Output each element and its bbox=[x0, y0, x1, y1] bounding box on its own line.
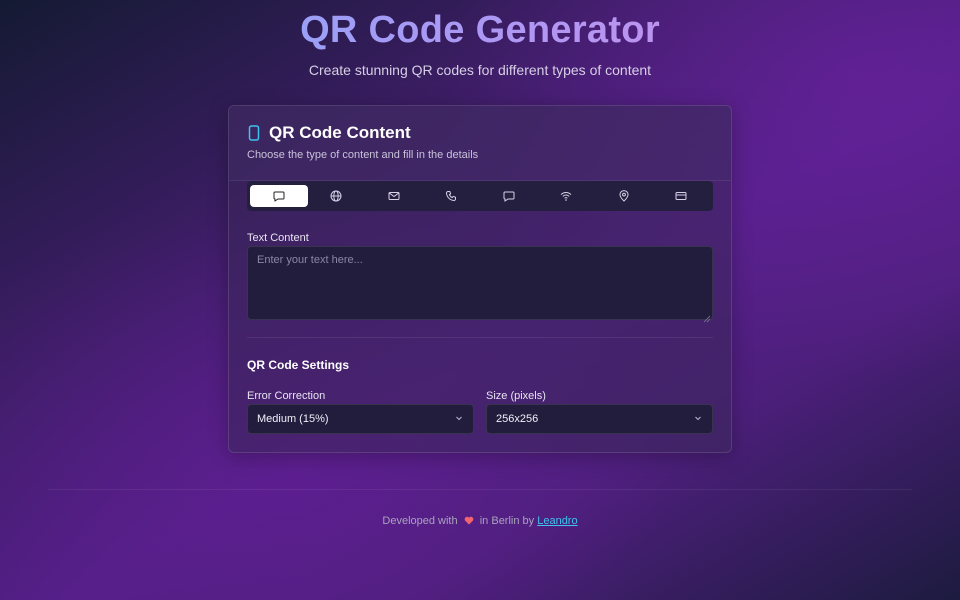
size-value: 256x256 bbox=[496, 413, 539, 425]
chevron-down-icon bbox=[693, 410, 703, 428]
map-pin-icon bbox=[618, 190, 630, 202]
error-correction-select[interactable]: Medium (15%) bbox=[247, 404, 474, 434]
tab-location[interactable] bbox=[595, 185, 653, 207]
tab-email[interactable] bbox=[365, 185, 423, 207]
settings-title: QR Code Settings bbox=[247, 358, 350, 372]
heart-icon bbox=[464, 515, 474, 529]
footer-prefix: Developed with bbox=[382, 515, 458, 527]
card-title: QR Code Content bbox=[269, 123, 411, 142]
section-divider bbox=[247, 337, 713, 338]
mail-icon bbox=[388, 190, 400, 202]
author-link[interactable]: Leandro bbox=[537, 515, 577, 527]
card-header: QR Code Content Choose the type of conte… bbox=[229, 106, 731, 181]
tab-sms[interactable] bbox=[480, 185, 538, 207]
tab-payment[interactable] bbox=[653, 185, 711, 207]
footer-divider bbox=[48, 489, 912, 490]
error-correction-value: Medium (15%) bbox=[257, 413, 329, 425]
qr-content-card: QR Code Content Choose the type of conte… bbox=[228, 105, 732, 453]
footer: Developed with in Berlin by Leandro bbox=[0, 514, 960, 529]
card-title-row: QR Code Content bbox=[247, 123, 411, 143]
credit-card-icon bbox=[675, 190, 687, 202]
tab-phone[interactable] bbox=[423, 185, 481, 207]
globe-icon bbox=[330, 190, 342, 202]
page-subtitle: Create stunning QR codes for different t… bbox=[308, 62, 652, 78]
footer-middle: in Berlin by bbox=[479, 515, 535, 527]
tab-url[interactable] bbox=[308, 185, 366, 207]
resize-handle-icon[interactable] bbox=[703, 310, 711, 328]
phone-icon bbox=[445, 190, 457, 202]
message-square-icon bbox=[273, 190, 285, 202]
size-label: Size (pixels) bbox=[486, 390, 546, 402]
smartphone-icon bbox=[247, 125, 269, 141]
message-icon bbox=[503, 190, 515, 202]
page-title: QR Code Generator bbox=[0, 7, 960, 53]
wifi-icon bbox=[560, 190, 572, 202]
card-description: Choose the type of content and fill in t… bbox=[247, 149, 479, 161]
chevron-down-icon bbox=[454, 410, 464, 428]
text-content-input[interactable] bbox=[247, 246, 713, 320]
tab-wifi[interactable] bbox=[538, 185, 596, 207]
size-select[interactable]: 256x256 bbox=[486, 404, 713, 434]
content-type-tabs bbox=[247, 181, 713, 211]
tab-text[interactable] bbox=[250, 185, 308, 207]
error-correction-label: Error Correction bbox=[247, 390, 326, 402]
text-content-label: Text Content bbox=[247, 232, 309, 244]
